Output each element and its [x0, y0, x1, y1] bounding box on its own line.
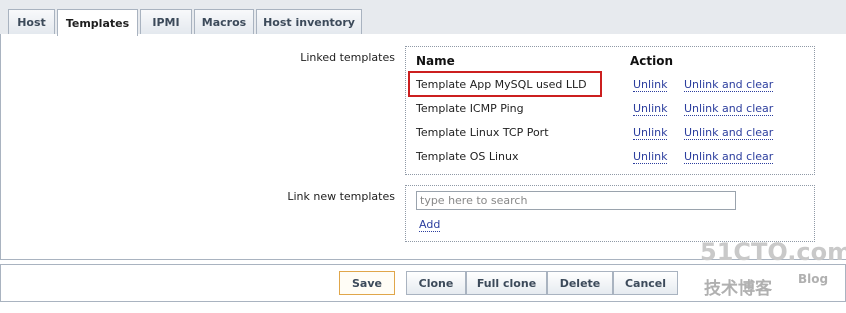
unlink-and-clear-link[interactable]: Unlink and clear	[684, 78, 774, 92]
template-name: Template ICMP Ping	[416, 102, 524, 115]
unlink-and-clear-link[interactable]: Unlink and clear	[684, 102, 774, 116]
tab-host-inventory[interactable]: Host inventory	[256, 9, 362, 35]
tab-host-inventory-label: Host inventory	[263, 16, 355, 29]
tab-macros-label: Macros	[201, 16, 247, 29]
unlink-link[interactable]: Unlink	[633, 126, 668, 140]
template-search-input[interactable]	[416, 191, 736, 210]
template-name: Template OS Linux	[416, 150, 519, 163]
template-name: Template App MySQL used LLD	[416, 78, 587, 91]
linked-templates-label: Linked templates	[300, 51, 395, 64]
tab-host[interactable]: Host	[8, 9, 55, 35]
tab-host-label: Host	[17, 16, 46, 29]
linked-templates-box: Name Action Template App MySQL used LLD …	[405, 46, 815, 175]
unlink-link[interactable]: Unlink	[633, 150, 668, 164]
full-clone-button[interactable]: Full clone	[466, 271, 547, 295]
tab-macros[interactable]: Macros	[194, 9, 254, 35]
add-link[interactable]: Add	[419, 218, 441, 232]
cancel-button[interactable]: Cancel	[613, 271, 678, 295]
tab-ipmi-label: IPMI	[152, 16, 180, 29]
unlink-link[interactable]: Unlink	[633, 78, 668, 92]
unlink-and-clear-link[interactable]: Unlink and clear	[684, 126, 774, 140]
tab-templates-label: Templates	[65, 16, 130, 30]
delete-button[interactable]: Delete	[547, 271, 613, 295]
save-button[interactable]: Save	[339, 271, 395, 295]
column-header-action: Action	[630, 54, 674, 68]
link-new-templates-label: Link new templates	[287, 190, 395, 203]
clone-button[interactable]: Clone	[406, 271, 466, 295]
link-new-templates-box: Add	[405, 185, 815, 242]
tab-ipmi[interactable]: IPMI	[140, 9, 192, 35]
unlink-link[interactable]: Unlink	[633, 102, 668, 116]
column-header-name: Name	[416, 54, 455, 68]
unlink-and-clear-link[interactable]: Unlink and clear	[684, 150, 774, 164]
template-name: Template Linux TCP Port	[416, 126, 549, 139]
templates-panel: Linked templates Name Action Template Ap…	[0, 34, 846, 260]
tab-templates[interactable]: Templates	[57, 9, 138, 36]
tab-bar: Host Templates IPMI Macros Host inventor…	[0, 0, 846, 36]
form-footer: Save Clone Full clone Delete Cancel	[0, 264, 846, 302]
